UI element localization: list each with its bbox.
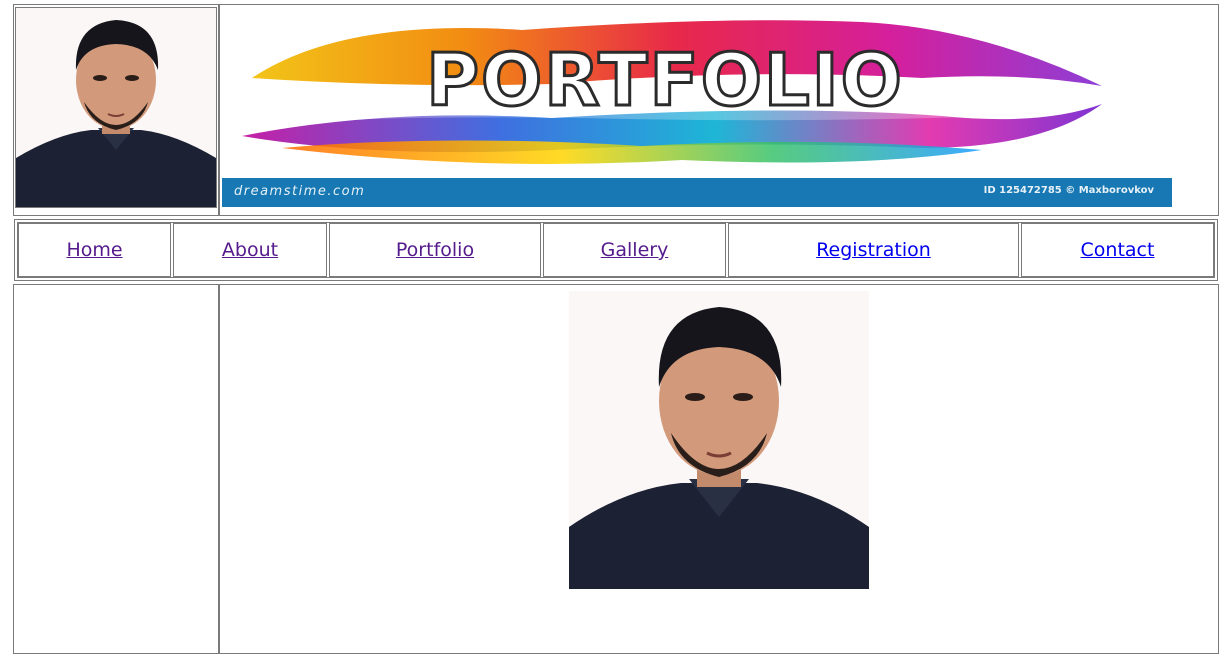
banner-title: PORTFOLIO <box>425 38 904 122</box>
nav-link-portfolio[interactable]: Portfolio <box>396 239 474 261</box>
nav-cell-registration: Registration <box>728 223 1019 277</box>
nav-link-gallery[interactable]: Gallery <box>601 239 669 261</box>
nav-link-home[interactable]: Home <box>66 239 122 261</box>
nav-cell-contact: Contact <box>1021 223 1214 277</box>
nav-cell-gallery: Gallery <box>543 223 726 277</box>
nav-cell-home: Home <box>18 223 171 277</box>
banner-credit-text: ID 125472785 © Maxborovkov <box>983 185 1154 196</box>
banner-footer: dreamstime.com ID 125472785 © Maxborovko… <box>222 178 1172 207</box>
nav-link-contact[interactable]: Contact <box>1081 239 1155 261</box>
avatar-photo <box>16 8 216 207</box>
nav-cell-about: About <box>173 223 327 277</box>
portfolio-banner: PORTFOLIO dreamstime.com ID 125472785 © … <box>222 8 1172 207</box>
sidebar-cell <box>13 284 219 654</box>
banner-site-text: dreamstime.com <box>234 184 366 199</box>
nav-cell-portfolio: Portfolio <box>329 223 541 277</box>
nav-link-about[interactable]: About <box>222 239 278 261</box>
nav-link-registration[interactable]: Registration <box>816 239 931 261</box>
profile-photo <box>569 291 869 589</box>
